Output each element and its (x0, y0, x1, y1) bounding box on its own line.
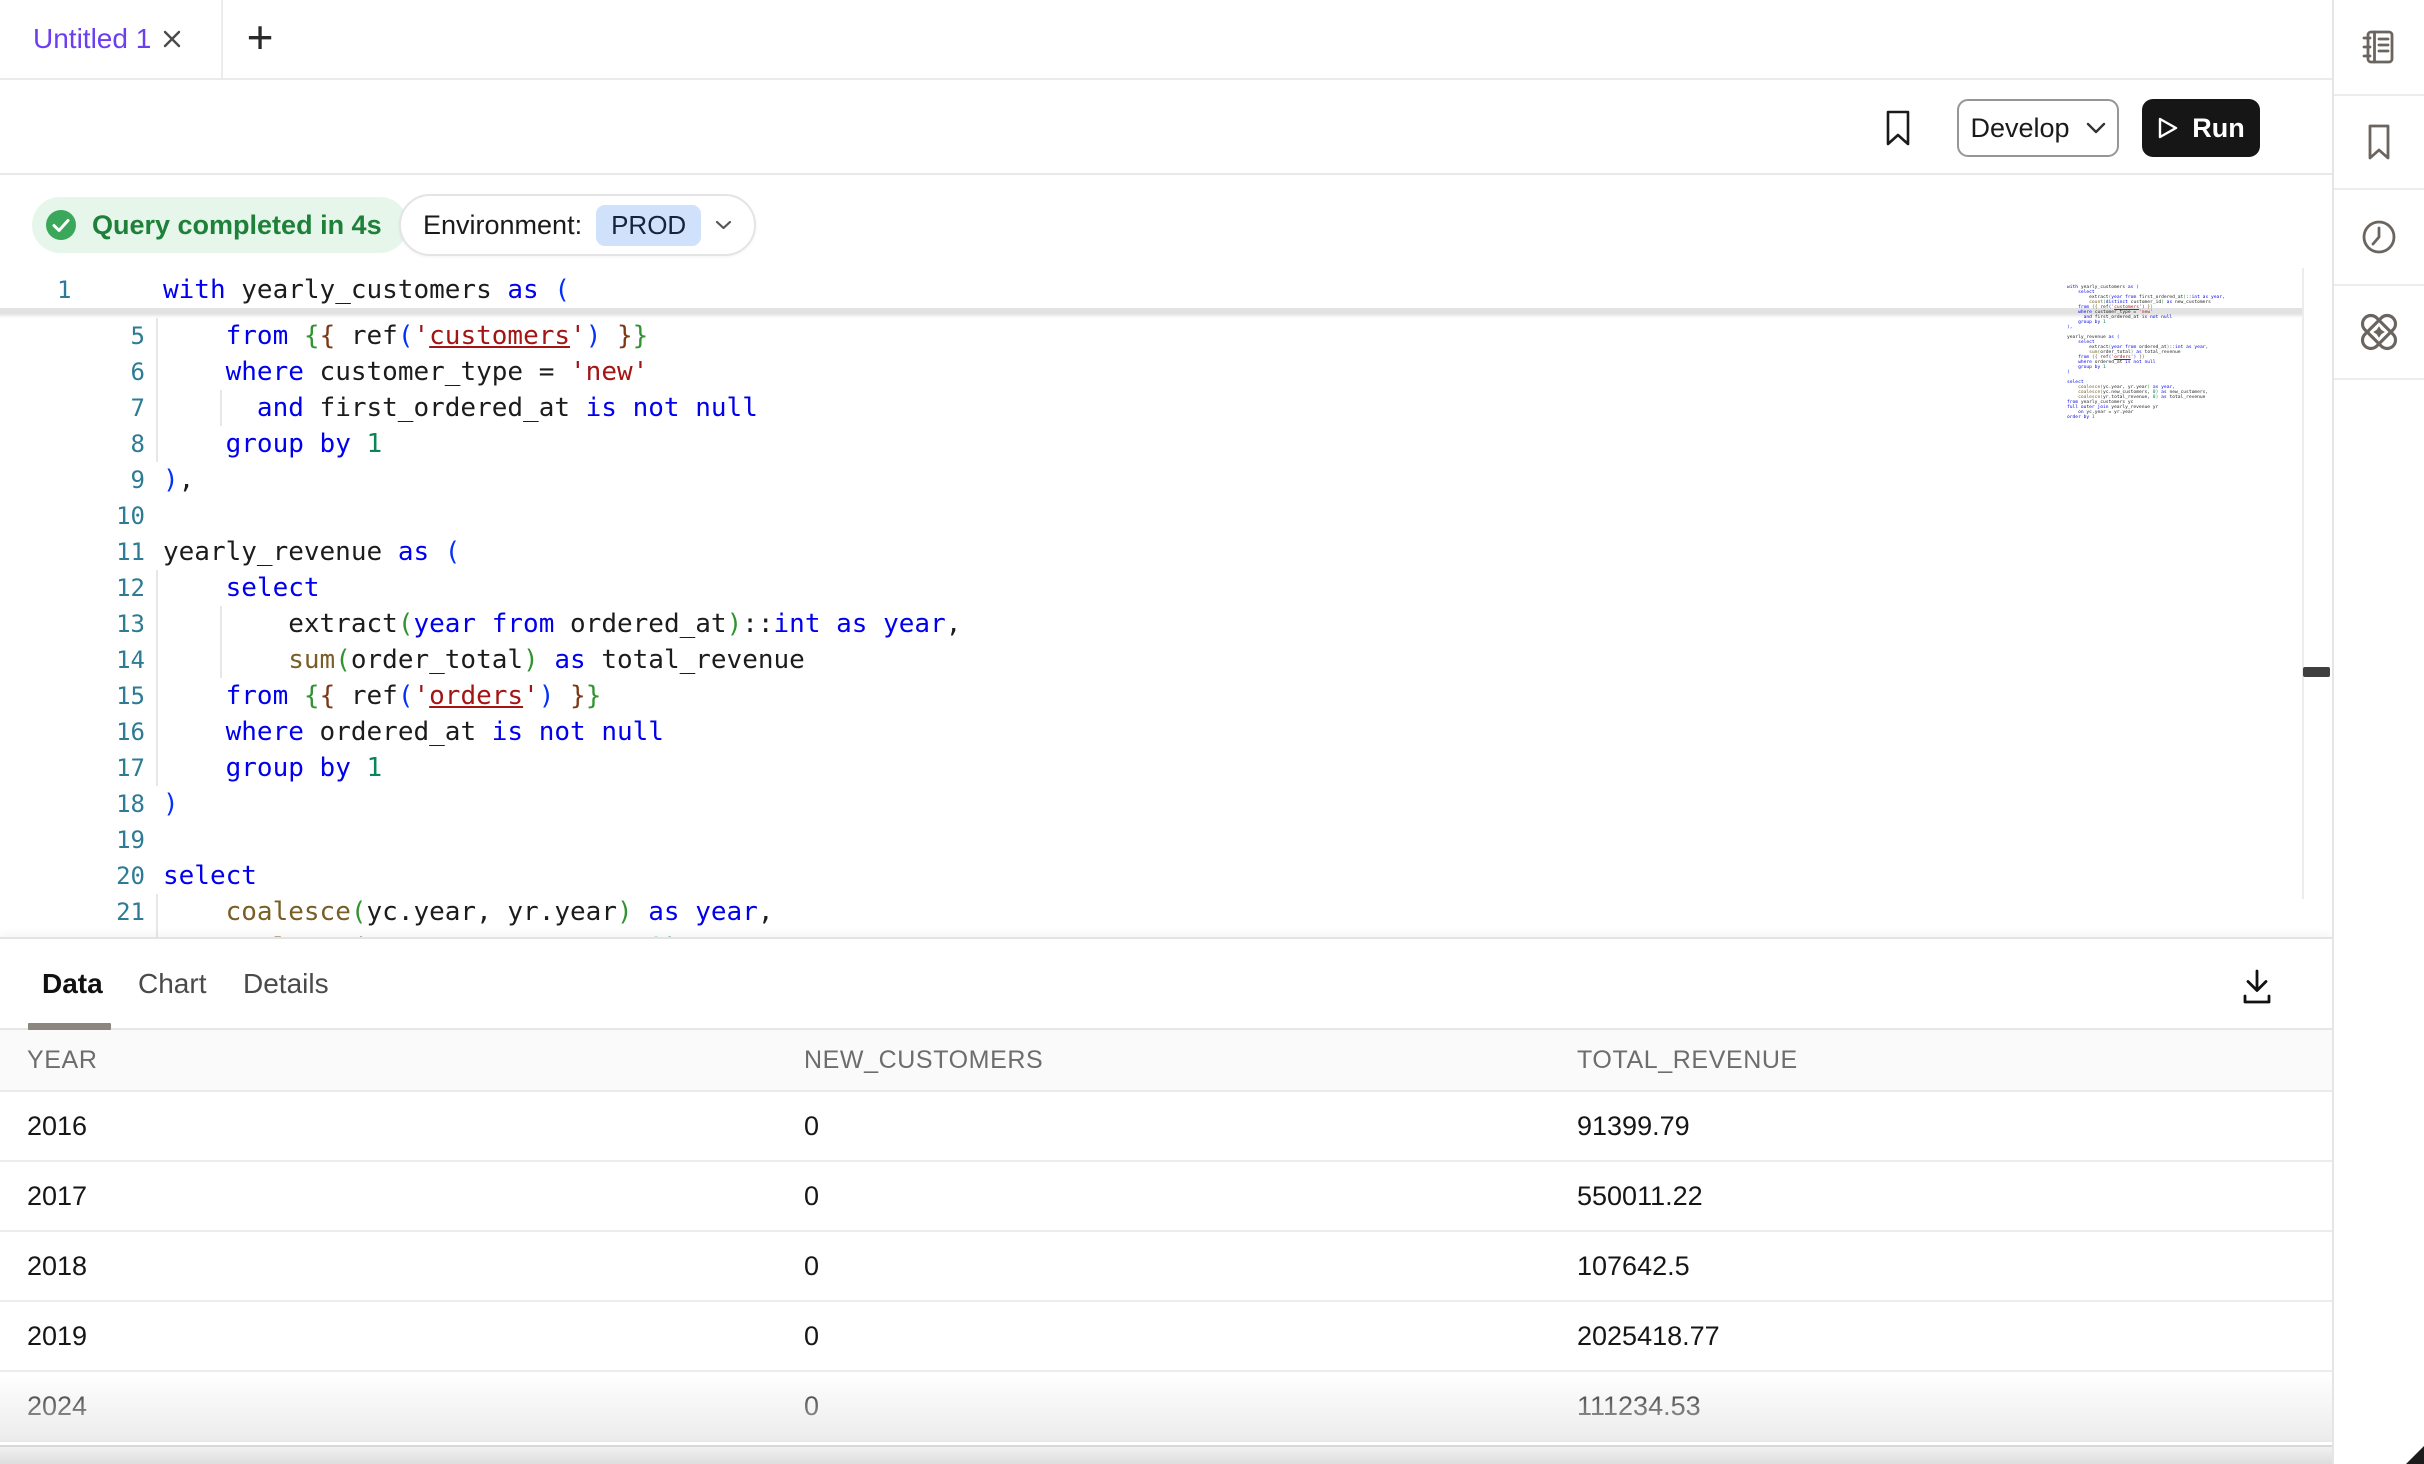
table-cell: 0 (804, 1372, 819, 1440)
tab-close-icon[interactable] (157, 24, 187, 54)
main-panel: Untitled 1 + Develop Run (0, 0, 2332, 1464)
code-lines: 5 from {{ ref('customers') }}6 where cus… (0, 318, 2302, 937)
tab-bar: Untitled 1 + (0, 0, 2332, 80)
editor-minimap[interactable]: with yearly_customers as ( select extrac… (2067, 285, 2302, 420)
code-line: 21 coalesce(yc.year, yr.year) as year, (0, 894, 2302, 930)
chevron-down-icon (715, 220, 732, 230)
sidebar-notebook-button[interactable] (2334, 0, 2424, 96)
table-row: 2024 0 111234.53 (0, 1372, 2332, 1442)
bookmark-icon (2357, 120, 2401, 164)
code-line: 18) (0, 786, 2302, 822)
environment-selector[interactable]: Environment: PROD (399, 194, 756, 256)
sticky-code-line: 1with yearly_customers as ( (0, 272, 2302, 308)
run-button[interactable]: Run (2142, 99, 2260, 157)
code-line: 6 where customer_type = 'new' (0, 354, 2302, 390)
table-cell: 0 (804, 1092, 819, 1160)
lineage-logo-icon (2356, 309, 2402, 355)
table-cell: 550011.22 (1577, 1162, 1703, 1230)
horizontal-scrollbar-area[interactable] (0, 1445, 2332, 1464)
bookmark-icon (1888, 112, 1908, 144)
develop-label: Develop (1970, 113, 2069, 144)
table-cell: 107642.5 (1577, 1232, 1690, 1300)
tab-divider (221, 0, 223, 78)
code-line: 7 and first_ordered_at is not null (0, 390, 2302, 426)
tab-chart[interactable]: Chart (138, 939, 206, 1028)
code-line: 20select (0, 858, 2302, 894)
editor-scrollbar-handle[interactable] (2303, 667, 2330, 677)
table-cell: 0 (804, 1232, 819, 1300)
notebook-icon (2357, 25, 2401, 69)
table-cell: 91399.79 (1577, 1092, 1690, 1160)
query-status-badge: Query completed in 4s (32, 197, 408, 253)
code-line: 19 (0, 822, 2302, 858)
code-line: 5 from {{ ref('customers') }} (0, 318, 2302, 354)
environment-label: Environment: (423, 210, 582, 241)
table-row: 2019 0 2025418.77 (0, 1302, 2332, 1372)
code-line: 16 where ordered_at is not null (0, 714, 2302, 750)
sidebar-spacer (2334, 380, 2424, 1464)
results-tab-bar: Data Chart Details (0, 939, 2332, 1030)
column-header-total-revenue: TOTAL_REVENUE (1577, 1030, 1798, 1090)
resize-corner-handle[interactable] (2406, 1446, 2424, 1464)
editor-scrollbar-track (2302, 268, 2304, 899)
right-sidebar (2332, 0, 2424, 1464)
sidebar-lineage-button[interactable] (2334, 286, 2424, 380)
column-header-new-customers: NEW_CUSTOMERS (804, 1030, 1043, 1090)
tab-data[interactable]: Data (42, 939, 103, 1028)
tab-details[interactable]: Details (243, 939, 329, 1028)
app-root: Untitled 1 + Develop Run (0, 0, 2424, 1464)
table-cell: 2018 (27, 1232, 87, 1300)
code-line: 13 extract(year from ordered_at)::int as… (0, 606, 2302, 642)
query-status-text: Query completed in 4s (92, 210, 382, 241)
table-cell: 2019 (27, 1302, 87, 1370)
tab-untitled-1[interactable]: Untitled 1 (0, 0, 221, 80)
environment-value-chip: PROD (596, 205, 701, 246)
table-row: 2017 0 550011.22 (0, 1162, 2332, 1232)
table-cell: 2025418.77 (1577, 1302, 1720, 1370)
code-line: 17 group by 1 (0, 750, 2302, 786)
download-button[interactable] (2234, 963, 2280, 1009)
develop-button[interactable]: Develop (1957, 99, 2119, 157)
table-cell: 2016 (27, 1092, 87, 1160)
table-row: 2016 0 91399.79 (0, 1092, 2332, 1162)
table-cell: 2024 (27, 1372, 87, 1440)
run-label: Run (2192, 113, 2244, 144)
top-action-bar: Develop Run (0, 80, 2332, 175)
code-line: 14 sum(order_total) as total_revenue (0, 642, 2302, 678)
table-cell: 111234.53 (1577, 1372, 1701, 1440)
table-cell: 0 (804, 1162, 819, 1230)
table-header-row: YEAR NEW_CUSTOMERS TOTAL_REVENUE (0, 1030, 2332, 1092)
code-line: 11yearly_revenue as ( (0, 534, 2302, 570)
table-cell: 0 (804, 1302, 819, 1370)
sql-editor[interactable]: 1with yearly_customers as ( 5 from {{ re… (0, 268, 2332, 937)
tab-title: Untitled 1 (33, 0, 151, 78)
clock-icon (2357, 215, 2401, 259)
column-header-year: YEAR (27, 1030, 97, 1090)
sticky-scroll-shadow (0, 308, 2302, 318)
table-row: 2018 0 107642.5 (0, 1232, 2332, 1302)
code-line: 8 group by 1 (0, 426, 2302, 462)
download-icon (2234, 963, 2280, 1009)
code-line: 22 coalesce(yc.new_customers, 0) as new_… (0, 930, 2302, 937)
active-tab-underline (28, 1023, 111, 1030)
bookmark-button[interactable] (1876, 106, 1920, 150)
code-line: 10 (0, 498, 2302, 534)
code-line: 12 select (0, 570, 2302, 606)
minimap-line: order by 1 (2067, 415, 2302, 420)
table-body: 2016 0 91399.79 2017 0 550011.22 2018 0 107642.5… (0, 1092, 2332, 1442)
table-cell: 2017 (27, 1162, 87, 1230)
results-panel: Data Chart Details YEAR NEW_CUSTOMERS TO… (0, 937, 2332, 1464)
sidebar-history-button[interactable] (2334, 190, 2424, 286)
new-tab-button[interactable]: + (230, 0, 290, 78)
code-line: 15 from {{ ref('orders') }} (0, 678, 2302, 714)
status-row: Query completed in 4s Environment: PROD (0, 177, 2332, 268)
code-line: 9), (0, 462, 2302, 498)
run-play-icon (2157, 116, 2179, 140)
check-circle-icon (42, 206, 80, 244)
sidebar-bookmark-button[interactable] (2334, 96, 2424, 190)
chevron-down-icon (2086, 122, 2106, 134)
